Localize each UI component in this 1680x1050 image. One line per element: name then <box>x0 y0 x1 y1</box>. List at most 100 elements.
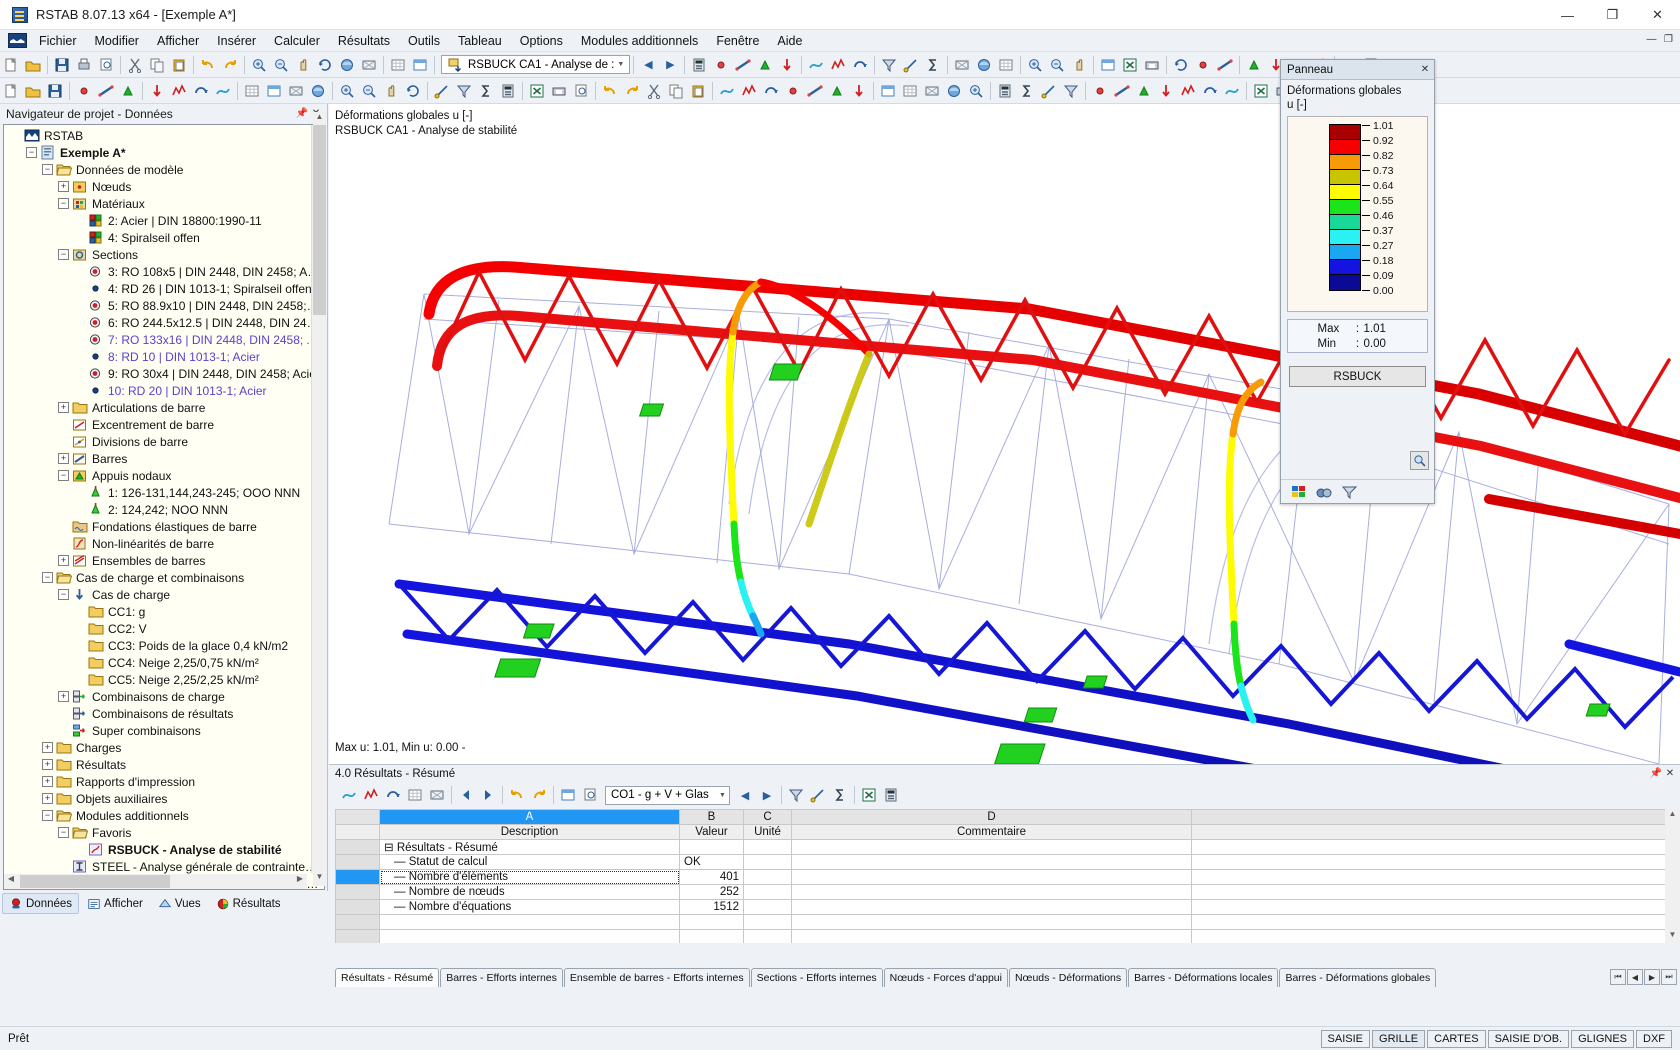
save-button[interactable] <box>51 54 73 76</box>
node-button[interactable] <box>782 80 804 102</box>
tab-nav-button-3[interactable]: ⏭ <box>1661 969 1677 985</box>
tree-item-super-combinaisons[interactable]: Super combinaisons <box>4 722 324 739</box>
deform-button[interactable] <box>805 54 827 76</box>
expander-plus-icon[interactable]: + <box>58 453 69 464</box>
tree-item-1-126-131-144-243-245-ooo-nnn[interactable]: 1: 126-131,144,243-245; OOO NNN <box>4 484 324 501</box>
tree-item-divisions-de-barre[interactable]: Divisions de barre <box>4 433 324 450</box>
status-toggle-saisie[interactable]: SAISIE <box>1320 1029 1371 1048</box>
cell-unit[interactable] <box>743 884 792 900</box>
tab-nav-button-0[interactable]: ⏮ <box>1610 969 1626 985</box>
grid-button[interactable] <box>404 784 426 806</box>
cell-empty[interactable] <box>743 929 792 943</box>
wire-button[interactable] <box>285 80 307 102</box>
sum-button[interactable] <box>829 784 851 806</box>
tree-item-10-rd-20-din-1013-1-acier[interactable]: 10: RD 20 | DIN 1013-1; Acier <box>4 382 324 399</box>
tree-item-n-uds[interactable]: + Nœuds <box>4 178 324 195</box>
table-button[interactable] <box>1097 54 1119 76</box>
preview-button[interactable] <box>570 80 592 102</box>
menu-fichier[interactable]: Fichier <box>30 31 86 51</box>
snap-button[interactable] <box>900 54 922 76</box>
zoom-out-button[interactable] <box>358 80 380 102</box>
result-tab-barres-d-formations-locales[interactable]: Barres - Déformations locales <box>1128 968 1279 987</box>
table-row[interactable]: — Nombre d'éléments 401 <box>335 869 1680 885</box>
preview-button[interactable] <box>95 54 117 76</box>
support-button[interactable] <box>117 80 139 102</box>
zoom-out-button[interactable] <box>270 54 292 76</box>
tree-item-rsbuck-analyse-de-stabilit[interactable]: RSBUCK - Analyse de stabilité <box>4 841 324 858</box>
pan-button[interactable] <box>292 54 314 76</box>
tree-item-cc4-neige-2-25-0-75-kn-m[interactable]: CC4: Neige 2,25/0,75 kN/m² <box>4 654 324 671</box>
expander-minus-icon[interactable]: − <box>58 827 69 838</box>
node-button[interactable] <box>1192 54 1214 76</box>
tab-nav-button-2[interactable]: ▶ <box>1644 969 1660 985</box>
print-button[interactable] <box>73 54 95 76</box>
pin-icon[interactable]: 📌 <box>1649 767 1663 781</box>
calc-button[interactable] <box>994 80 1016 102</box>
render-button[interactable] <box>943 80 965 102</box>
rsbuck-button[interactable]: RSBUCK <box>1289 366 1426 387</box>
open-button[interactable] <box>22 54 44 76</box>
scrollbar-thumb[interactable] <box>313 125 326 315</box>
tree-item-combinaisons-de-r-sultats[interactable]: Combinaisons de résultats <box>4 705 324 722</box>
tree-item-exemple-a[interactable]: − Exemple A* <box>4 144 324 161</box>
menu-ins-rer[interactable]: Insérer <box>208 31 265 51</box>
node-button[interactable] <box>1089 80 1111 102</box>
menu-afficher[interactable]: Afficher <box>148 31 208 51</box>
member-button[interactable] <box>804 80 826 102</box>
printer2-button[interactable] <box>1141 54 1163 76</box>
tree-item-appuis-nodaux[interactable]: − Appuis nodaux <box>4 467 324 484</box>
chevron-down-icon[interactable]: ▼ <box>716 787 729 804</box>
paste-button[interactable] <box>168 54 190 76</box>
cell-empty[interactable] <box>743 914 792 930</box>
cell-comment[interactable] <box>791 884 1192 900</box>
zoom-in-button[interactable] <box>248 54 270 76</box>
expander-plus-icon[interactable]: + <box>58 555 69 566</box>
zoom-in-button[interactable] <box>1024 54 1046 76</box>
calc-button[interactable] <box>497 80 519 102</box>
tree-item-cc5-neige-2-25-2-25-kn-m[interactable]: CC5: Neige 2,25/2,25 kN/m² <box>4 671 324 688</box>
menu-options[interactable]: Options <box>511 31 572 51</box>
tree-item-favoris[interactable]: − Favoris <box>4 824 324 841</box>
column-letter-a[interactable]: A <box>379 809 680 825</box>
snap-button[interactable] <box>807 784 829 806</box>
table-row[interactable]: — Nombre de nœuds 252 <box>335 884 1680 900</box>
moment-button[interactable] <box>190 80 212 102</box>
cell-value[interactable]: OK <box>679 854 744 870</box>
status-toggle-saisie-d-ob-[interactable]: SAISIE D'OB. <box>1487 1029 1570 1048</box>
cell-value[interactable]: 1512 <box>679 899 744 915</box>
filter-icon[interactable] <box>1341 484 1358 500</box>
scroll-down-arrow[interactable]: ▼ <box>313 872 326 886</box>
tree-item-8-rd-10-din-1013-1-acier[interactable]: 8: RD 10 | DIN 1013-1; Acier <box>4 348 324 365</box>
result-tab-n-uds-d-formations[interactable]: Nœuds - Déformations <box>1008 968 1128 987</box>
minimize-button[interactable]: — <box>1545 0 1590 30</box>
filter2-button[interactable] <box>878 54 900 76</box>
column-letter-b[interactable]: B <box>679 809 744 825</box>
cut-button[interactable] <box>643 80 665 102</box>
column-letter-d[interactable]: D <box>791 809 1192 825</box>
prev-loadcase-button[interactable]: ◀ <box>637 54 659 76</box>
table-button[interactable] <box>409 54 431 76</box>
pan-button[interactable] <box>1068 54 1090 76</box>
snap-button[interactable] <box>1038 80 1060 102</box>
redo-button[interactable] <box>219 54 241 76</box>
member-button[interactable] <box>732 54 754 76</box>
scroll-right-arrow[interactable]: ▶ <box>293 874 307 888</box>
rotate-button[interactable] <box>1170 54 1192 76</box>
scroll-up-arrow[interactable]: ▲ <box>313 112 326 126</box>
member-button[interactable] <box>95 80 117 102</box>
maximize-button[interactable]: ❐ <box>1590 0 1635 30</box>
cell-unit[interactable] <box>743 854 792 870</box>
tree-item-cc3-poids-de-la-glace-0-4-kn-m2[interactable]: CC3: Poids de la glace 0,4 kN/m2 <box>4 637 324 654</box>
deform-button[interactable] <box>212 80 234 102</box>
render-button[interactable] <box>336 54 358 76</box>
render-button[interactable] <box>307 80 329 102</box>
cell-empty[interactable] <box>679 914 744 930</box>
tree-item-4-spiralseil-offen[interactable]: 4: Spiralseil offen <box>4 229 324 246</box>
expander-plus-icon[interactable]: + <box>58 181 69 192</box>
rotate-button[interactable] <box>314 54 336 76</box>
sum-button[interactable] <box>475 80 497 102</box>
menu-tableau[interactable]: Tableau <box>449 31 511 51</box>
status-toggle-glignes[interactable]: GLIGNES <box>1571 1029 1634 1048</box>
cell-empty[interactable] <box>791 914 1192 930</box>
expander-minus-icon[interactable]: − <box>42 164 53 175</box>
